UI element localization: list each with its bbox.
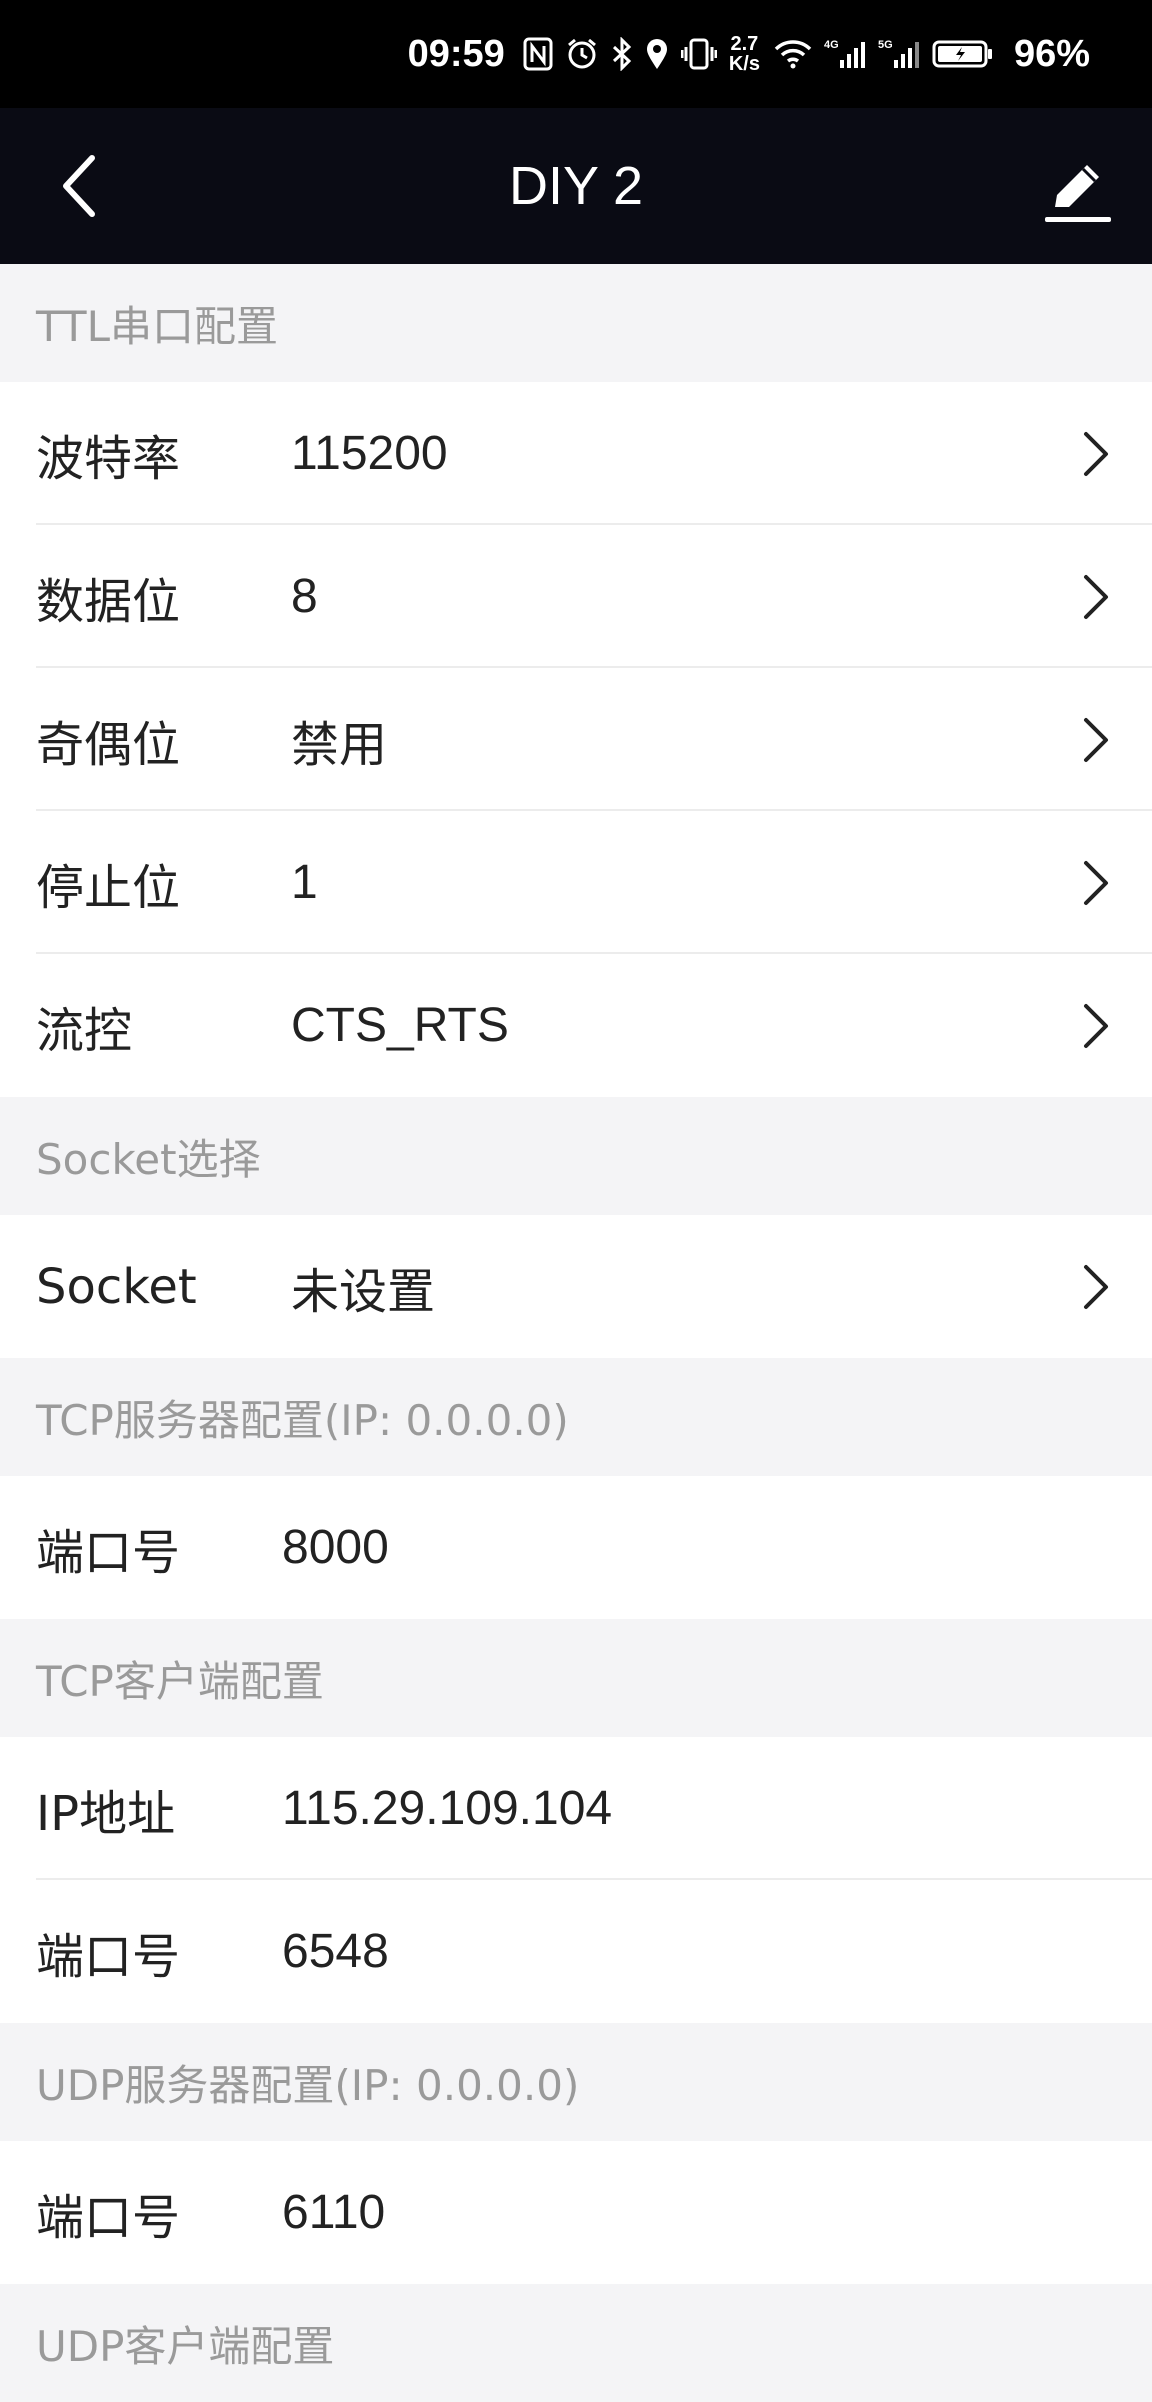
row-socket[interactable]: Socket 未设置 bbox=[0, 1215, 1152, 1358]
row-label: 停止位 bbox=[36, 859, 181, 916]
chevron-right-icon bbox=[1084, 1003, 1108, 1048]
row-value[interactable]: 8000 bbox=[282, 1520, 389, 1575]
section-header-udp-server: UDP服务器配置(IP: 0.0.0.0) bbox=[0, 2023, 1152, 2141]
status-time: 09:59 bbox=[407, 32, 505, 75]
row-data-bits[interactable]: 数据位 8 bbox=[0, 525, 1152, 668]
network-speed: 2.7 K/s bbox=[729, 34, 760, 74]
battery-icon bbox=[932, 39, 994, 69]
row-label: IP地址 bbox=[36, 1785, 176, 1842]
row-label: 流控 bbox=[36, 1002, 133, 1059]
udp-server-group: 端口号 6110 bbox=[0, 2141, 1152, 2284]
row-value: 1 bbox=[291, 856, 318, 909]
row-value: 115200 bbox=[291, 427, 448, 480]
row-value: CTS_RTS bbox=[291, 999, 509, 1052]
battery-percent: 96% bbox=[1013, 32, 1090, 75]
settings-content: TTL串口配置 波特率 115200 数据位 8 奇偶位 禁用 停止位 1 流控 bbox=[0, 264, 1152, 2402]
row-parity[interactable]: 奇偶位 禁用 bbox=[0, 668, 1152, 811]
row-label: 端口号 bbox=[36, 2189, 181, 2246]
section-header-ttl: TTL串口配置 bbox=[0, 264, 1152, 382]
ttl-group: 波特率 115200 数据位 8 奇偶位 禁用 停止位 1 流控 CTS_RTS bbox=[0, 382, 1152, 1097]
row-tcp-server-port[interactable]: 端口号 8000 bbox=[0, 1476, 1152, 1619]
vibrate-icon bbox=[680, 37, 717, 71]
tcp-client-group: IP地址 115.29.109.104 端口号 6548 bbox=[0, 1737, 1152, 2023]
nfc-icon bbox=[523, 37, 553, 71]
alarm-icon bbox=[565, 37, 599, 71]
section-header-socket: Socket选择 bbox=[0, 1097, 1152, 1215]
row-label: 端口号 bbox=[36, 1524, 181, 1581]
signal-4g-icon: 4G bbox=[824, 38, 866, 70]
row-label: 数据位 bbox=[36, 573, 181, 630]
tcp-server-group: 端口号 8000 bbox=[0, 1476, 1152, 1619]
section-header-tcp-server: TCP服务器配置(IP: 0.0.0.0) bbox=[0, 1358, 1152, 1476]
row-label: 波特率 bbox=[36, 430, 181, 487]
network-speed-unit: K/s bbox=[728, 53, 760, 75]
pencil-icon bbox=[1045, 165, 1111, 222]
page-title: DIY 2 bbox=[508, 156, 644, 216]
svg-text:4G: 4G bbox=[824, 39, 839, 51]
row-value: 禁用 bbox=[291, 718, 388, 772]
chevron-right-icon bbox=[1084, 1264, 1108, 1309]
row-tcp-client-ip[interactable]: IP地址 115.29.109.104 bbox=[0, 1737, 1152, 1880]
row-udp-server-port[interactable]: 端口号 6110 bbox=[0, 2141, 1152, 2284]
chevron-right-icon bbox=[1084, 717, 1108, 762]
chevron-right-icon bbox=[1084, 860, 1108, 905]
bluetooth-icon bbox=[611, 37, 633, 71]
row-value[interactable]: 115.29.109.104 bbox=[282, 1781, 612, 1836]
row-tcp-client-port[interactable]: 端口号 6548 bbox=[0, 1880, 1152, 2023]
row-label: Socket bbox=[36, 1258, 197, 1315]
chevron-right-icon bbox=[1084, 574, 1108, 619]
svg-text:5G: 5G bbox=[878, 39, 893, 51]
row-label: 奇偶位 bbox=[36, 716, 181, 773]
socket-group: Socket 未设置 bbox=[0, 1215, 1152, 1358]
row-flow-control[interactable]: 流控 CTS_RTS bbox=[0, 954, 1152, 1097]
chevron-right-icon bbox=[1084, 431, 1108, 476]
network-speed-value: 2.7 bbox=[730, 33, 759, 55]
row-value[interactable]: 6110 bbox=[282, 2185, 385, 2240]
row-baud-rate[interactable]: 波特率 115200 bbox=[0, 382, 1152, 525]
row-value: 8 bbox=[291, 570, 318, 623]
status-bar: 09:59 2.7 K/s 4G 5G 96% bbox=[0, 0, 1152, 108]
edit-button[interactable] bbox=[1032, 146, 1122, 236]
section-header-udp-client: UDP客户端配置 bbox=[0, 2284, 1152, 2402]
section-header-tcp-client: TCP客户端配置 bbox=[0, 1619, 1152, 1737]
wifi-icon bbox=[774, 39, 812, 69]
row-value[interactable]: 6548 bbox=[282, 1924, 389, 1979]
row-stop-bits[interactable]: 停止位 1 bbox=[0, 811, 1152, 954]
row-value: 未设置 bbox=[291, 1265, 436, 1319]
app-bar: DIY 2 bbox=[0, 108, 1152, 264]
signal-5g-icon: 5G bbox=[878, 38, 920, 70]
row-label: 端口号 bbox=[36, 1928, 181, 1985]
location-icon bbox=[645, 37, 669, 71]
